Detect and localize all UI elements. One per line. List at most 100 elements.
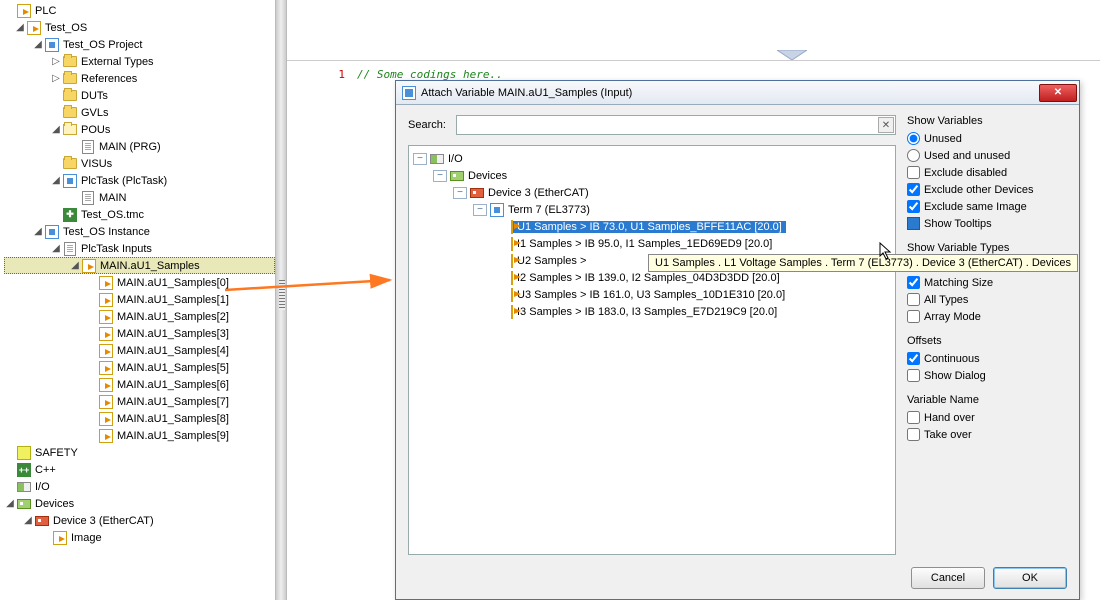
check-show-dialog[interactable] [907,369,920,382]
opt-array-mode[interactable]: Array Mode [907,308,1067,325]
tree-node-io[interactable]: I/O [4,478,275,495]
opt-label: Exclude disabled [924,167,1007,179]
project-tree[interactable]: PLC ◢Test_OS ◢Test_OS Project ▷External … [0,0,275,546]
tree-node-testos[interactable]: ◢Test_OS [4,19,275,36]
cancel-button[interactable]: Cancel [911,567,985,589]
tree-node-visus[interactable]: VISUs [4,155,275,172]
tree-node-sample[interactable]: MAIN.aU1_Samples[6] [4,376,275,393]
tree-node-plctask[interactable]: ◢PlcTask (PlcTask) [4,172,275,189]
dialog-titlebar[interactable]: Attach Variable MAIN.aU1_Samples (Input)… [396,81,1079,105]
check-excl-dev[interactable] [907,183,920,196]
tree-node-au1-samples[interactable]: ◢MAIN.aU1_Samples [4,257,275,274]
tree-node-duts[interactable]: DUTs [4,87,275,104]
check-array-mode[interactable] [907,310,920,323]
group-offsets: Offsets [907,335,1067,347]
opt-label: Exclude same Image [924,201,1027,213]
atree-var-text: I2 Samples > IB 139.0, I2 Samples_04D3D3… [513,272,784,284]
dialog-close-button[interactable]: ✕ [1039,84,1077,102]
tree-node-sample[interactable]: MAIN.aU1_Samples[2] [4,308,275,325]
atree-node-devices[interactable]: −Devices [411,167,893,184]
annotation-arrow-icon [225,280,400,300]
attach-tree[interactable]: −I/O −Devices −Device 3 (EtherCAT) −Term… [408,145,896,555]
check-hand-over[interactable] [907,411,920,424]
radio-used-unused[interactable] [907,149,920,162]
check-continuous[interactable] [907,352,920,365]
tree-node-plctask-inputs[interactable]: ◢PlcTask Inputs [4,240,275,257]
opt-excl-dev[interactable]: Exclude other Devices [907,181,1067,198]
opt-label: Hand over [924,412,975,424]
atree-node-io[interactable]: −I/O [411,150,893,167]
tree-label: Test_OS.tmc [81,209,144,221]
atree-var-text: U1 Samples > IB 73.0, U1 Samples_BFFE11A… [513,221,786,233]
expander-icon[interactable]: − [473,204,487,216]
opt-continuous[interactable]: Continuous [907,350,1067,367]
opt-show-dialog[interactable]: Show Dialog [907,367,1067,384]
atree-var-row[interactable]: I3 Samples > IB 183.0, I3 Samples_E7D219… [411,303,893,320]
check-take-over[interactable] [907,428,920,441]
tree-label: MAIN.aU1_Samples[3] [117,328,229,340]
atree-node-device3[interactable]: −Device 3 (EtherCAT) [411,184,893,201]
tree-label: MAIN.aU1_Samples [100,260,200,272]
check-excl-img[interactable] [907,200,920,213]
tree-label: MAIN.aU1_Samples[1] [117,294,229,306]
tree-node-instance[interactable]: ◢Test_OS Instance [4,223,275,240]
tree-node-references[interactable]: ▷References [4,70,275,87]
expander-icon[interactable]: − [433,170,447,182]
tree-node-sample[interactable]: MAIN.aU1_Samples[3] [4,325,275,342]
check-all-types[interactable] [907,293,920,306]
opt-excl-img[interactable]: Exclude same Image [907,198,1067,215]
tree-node-image[interactable]: Image [4,529,275,546]
atree-var-row[interactable]: U3 Samples > IB 161.0, U3 Samples_10D1E3… [411,286,893,303]
collapse-down-icon[interactable] [777,50,807,58]
expander-icon[interactable]: − [453,187,467,199]
opt-all-types[interactable]: All Types [907,291,1067,308]
check-excl-disabled[interactable] [907,166,920,179]
tree-node-pous[interactable]: ◢POUs [4,121,275,138]
search-input[interactable] [456,115,896,135]
tree-node-safety[interactable]: SAFETY [4,444,275,461]
opt-label: Array Mode [924,311,981,323]
dialog-icon [402,86,416,100]
tree-node-sample[interactable]: MAIN.aU1_Samples[8] [4,410,275,427]
check-tooltips[interactable] [907,217,920,230]
group-show-types: Show Variable Types [907,242,1067,254]
atree-var-text: I3 Samples > IB 183.0, I3 Samples_E7D219… [513,306,781,318]
tree-node-plctask-main[interactable]: MAIN [4,189,275,206]
search-clear-button[interactable]: ✕ [878,117,894,133]
opt-take-over[interactable]: Take over [907,426,1067,443]
ok-button[interactable]: OK [993,567,1067,589]
tree-label: DUTs [81,90,108,102]
attach-variable-dialog: Attach Variable MAIN.aU1_Samples (Input)… [395,80,1080,600]
tree-node-sample[interactable]: MAIN.aU1_Samples[7] [4,393,275,410]
check-match-size[interactable] [907,276,920,289]
var-arrow-icon [511,237,513,251]
tree-node-devices[interactable]: ◢Devices [4,495,275,512]
opt-tooltips[interactable]: Show Tooltips [907,215,1067,232]
tree-node-cpp[interactable]: ++C++ [4,461,275,478]
code-line-number: 1 [321,68,345,81]
tree-node-plc[interactable]: PLC [4,2,275,19]
atree-var-row[interactable]: U1 Samples > IB 73.0, U1 Samples_BFFE11A… [411,218,893,235]
tree-node-project[interactable]: ◢Test_OS Project [4,36,275,53]
expander-icon[interactable]: − [413,153,427,165]
tree-node-device3[interactable]: ◢Device 3 (EtherCAT) [4,512,275,529]
opt-match-size[interactable]: Matching Size [907,274,1067,291]
atree-var-text: U3 Samples > IB 161.0, U3 Samples_10D1E3… [513,289,789,301]
tree-node-sample[interactable]: MAIN.aU1_Samples[5] [4,359,275,376]
tree-node-sample[interactable]: MAIN.aU1_Samples[9] [4,427,275,444]
tree-node-exttypes[interactable]: ▷External Types [4,53,275,70]
atree-var-row[interactable]: I1 Samples > IB 95.0, I1 Samples_1ED69ED… [411,235,893,252]
tree-label: C++ [35,464,56,476]
radio-unused[interactable] [907,132,920,145]
tree-node-tmc[interactable]: ✚Test_OS.tmc [4,206,275,223]
opt-used-unused[interactable]: Used and unused [907,147,1067,164]
tree-node-gvls[interactable]: GVLs [4,104,275,121]
opt-label: Exclude other Devices [924,184,1033,196]
tree-node-sample[interactable]: MAIN.aU1_Samples[4] [4,342,275,359]
tree-label: GVLs [81,107,109,119]
opt-excl-disabled[interactable]: Exclude disabled [907,164,1067,181]
tree-node-main-prg[interactable]: MAIN (PRG) [4,138,275,155]
opt-hand-over[interactable]: Hand over [907,409,1067,426]
opt-unused[interactable]: Unused [907,130,1067,147]
atree-node-term7[interactable]: −Term 7 (EL3773) [411,201,893,218]
